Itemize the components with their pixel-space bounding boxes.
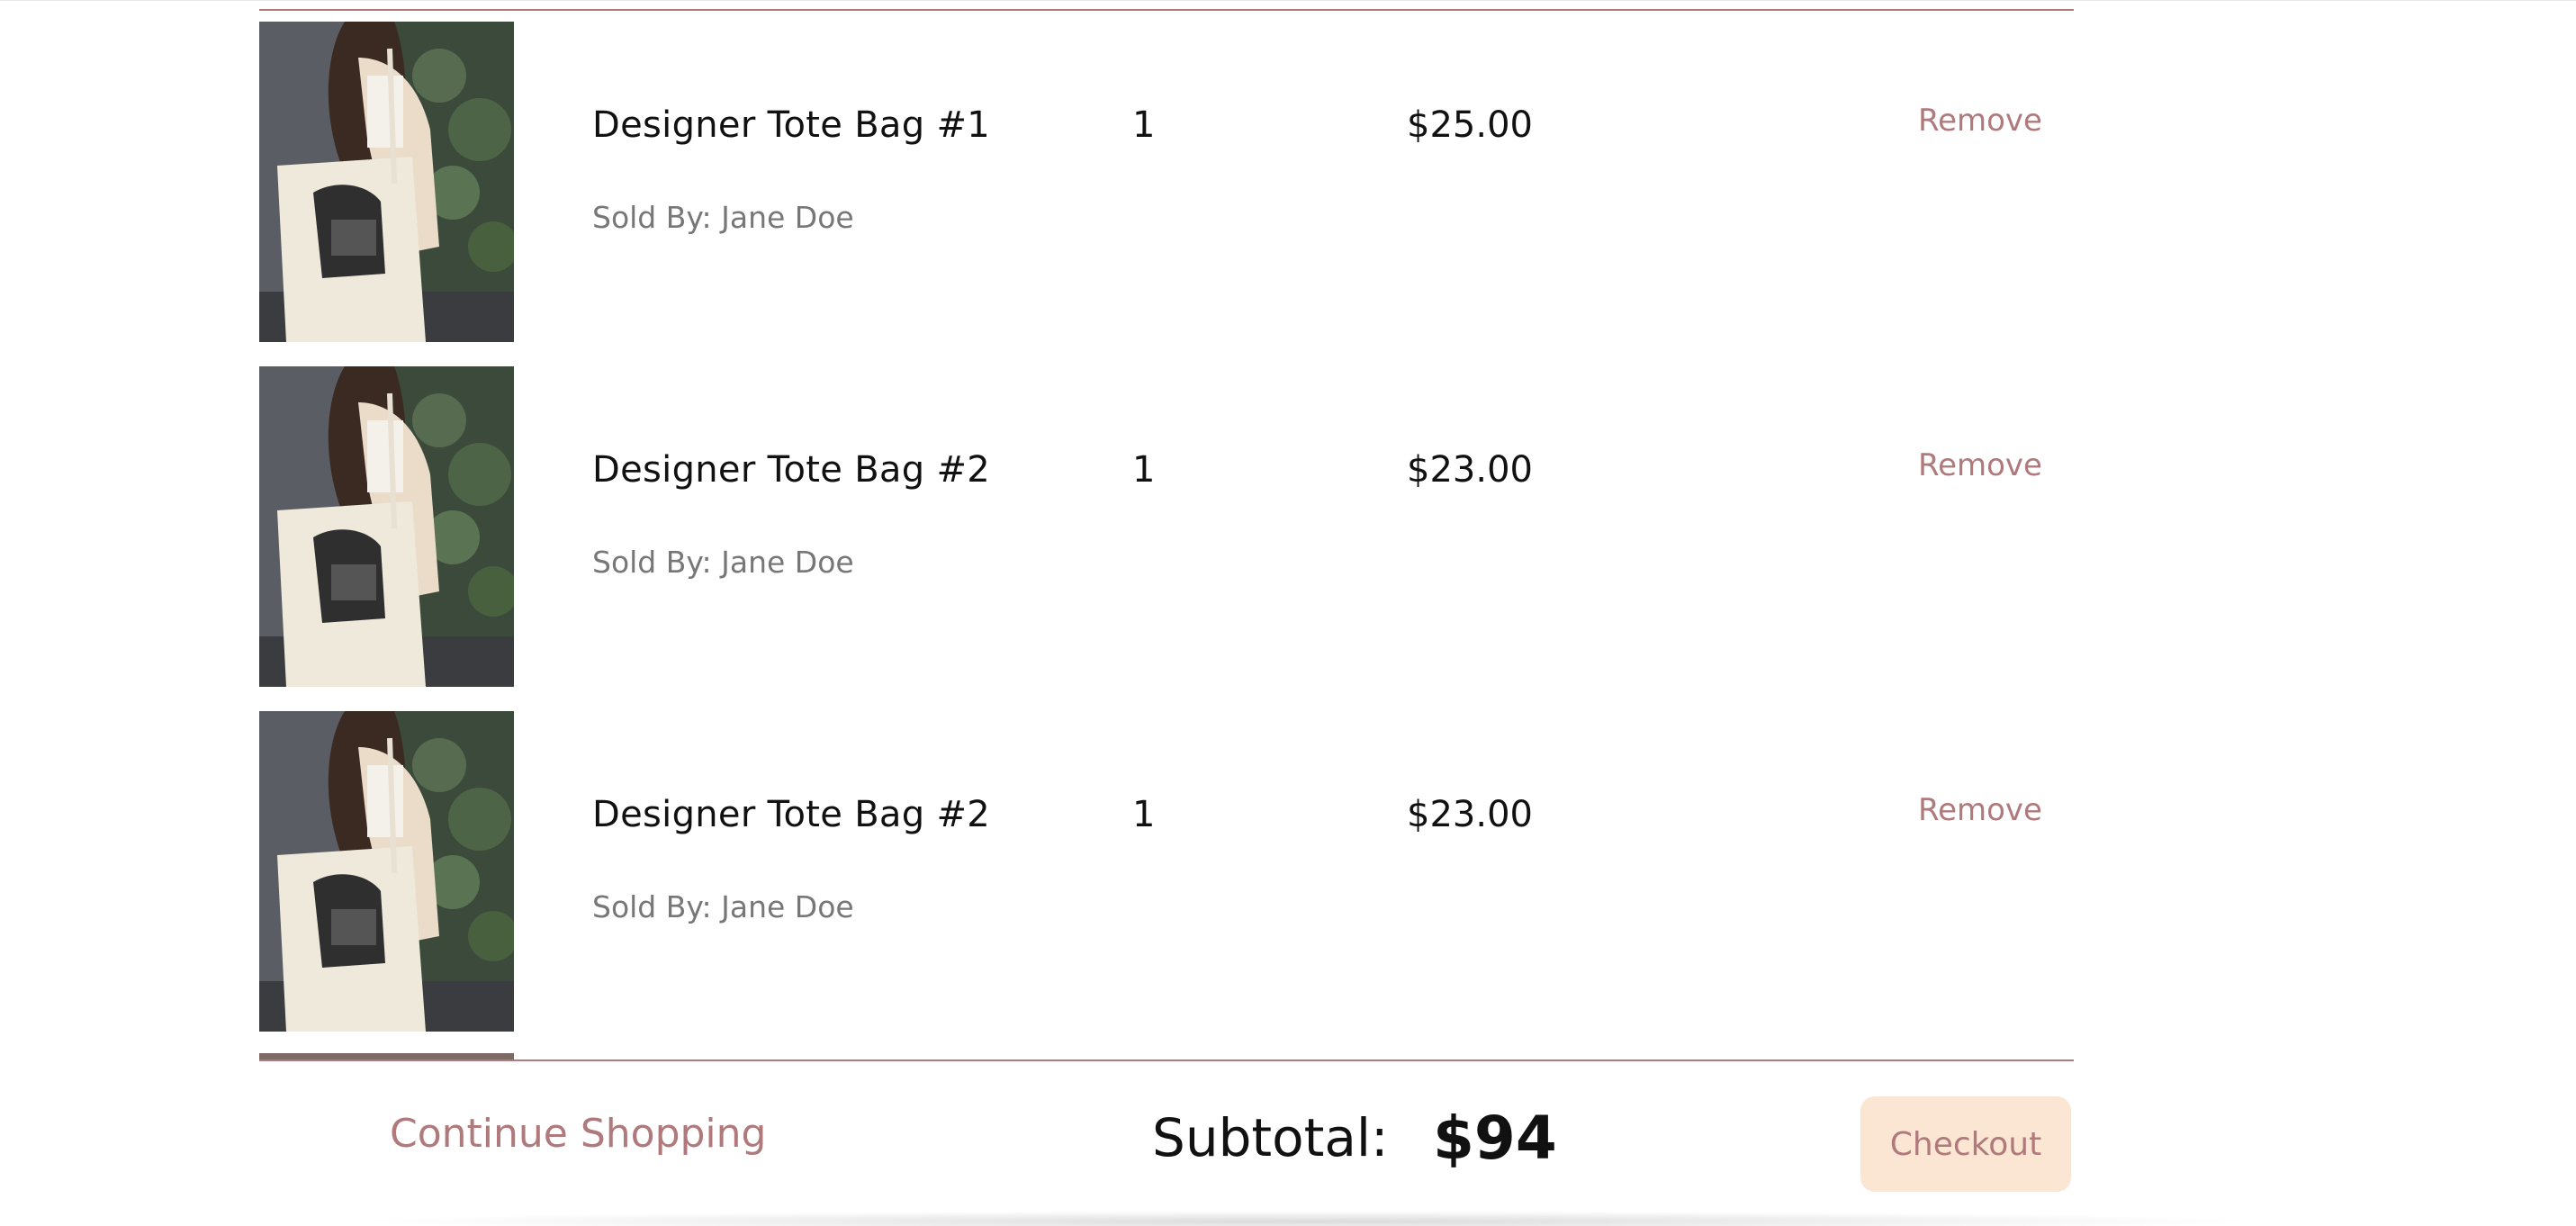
cart-item-row: Designer Tote Bag #2 Sold By: Jane Doe 1… [259,700,2074,1032]
remove-button[interactable]: Remove [1918,447,2042,483]
subtotal-value: $94 [1433,1104,1557,1173]
continue-shopping-link[interactable]: Continue Shopping [390,1111,766,1157]
item-name: Designer Tote Bag #2 [592,449,991,491]
item-quantity: 1 [1132,794,1156,835]
item-quantity: 1 [1132,104,1156,146]
top-divider [0,0,2576,1]
item-name: Designer Tote Bag #2 [592,794,991,835]
product-image[interactable] [259,711,514,1032]
product-image[interactable] [259,366,514,687]
cart-item-row: Designer Tote Bag #1 Sold By: Jane Doe 1… [259,11,2074,342]
item-price: $25.00 [1407,104,1533,146]
cart-page: Designer Tote Bag #1 Sold By: Jane Doe 1… [0,0,2576,1226]
checkout-button[interactable]: Checkout [1860,1096,2071,1192]
item-price: $23.00 [1407,794,1533,835]
next-item-image-peek [259,1053,514,1059]
item-seller: Sold By: Jane Doe [592,545,854,580]
cart-items-panel[interactable]: Designer Tote Bag #1 Sold By: Jane Doe 1… [259,9,2074,1061]
cart-footer: Continue Shopping Subtotal: $94 Checkout [0,1060,2576,1226]
remove-button[interactable]: Remove [1918,103,2042,139]
item-name: Designer Tote Bag #1 [592,104,991,146]
item-quantity: 1 [1132,449,1156,491]
item-seller: Sold By: Jane Doe [592,200,854,235]
cart-item-row: Designer Tote Bag #2 Sold By: Jane Doe 1… [259,356,2074,687]
subtotal-label: Subtotal: [1152,1107,1389,1168]
remove-button[interactable]: Remove [1918,792,2042,828]
item-price: $23.00 [1407,449,1533,491]
item-seller: Sold By: Jane Doe [592,889,854,924]
product-image[interactable] [259,22,514,342]
